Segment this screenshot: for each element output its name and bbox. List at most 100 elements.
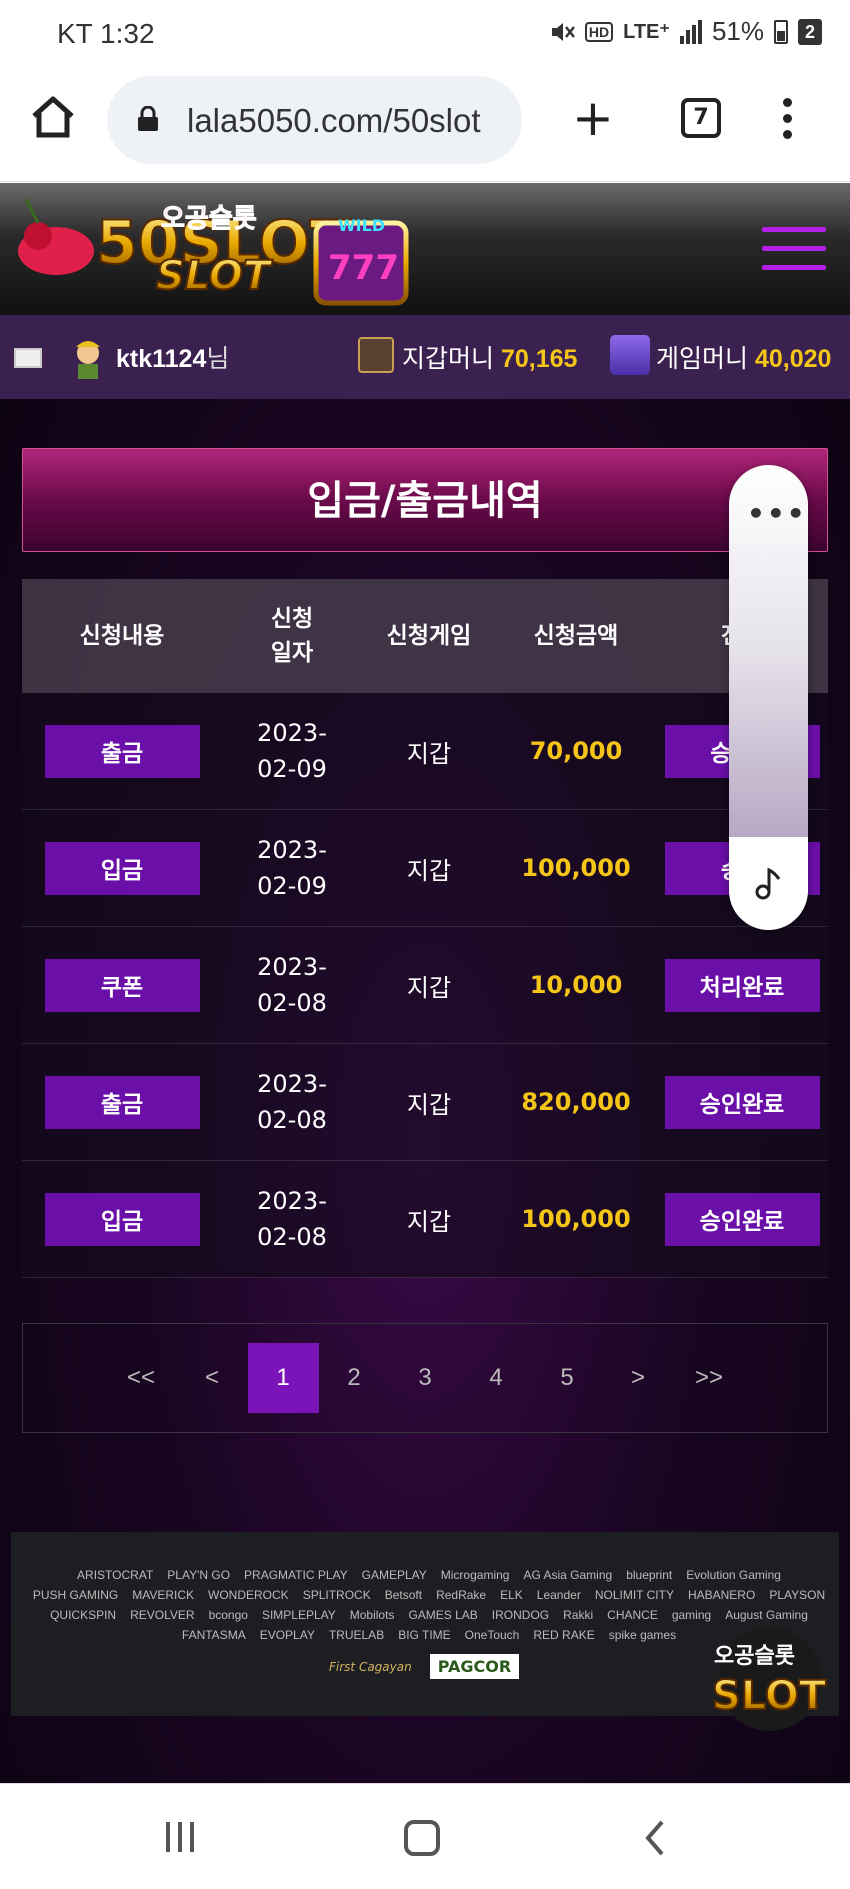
page-title: 입금/출금내역 [22, 448, 828, 552]
floating-panel[interactable]: ••• [729, 465, 808, 930]
svg-text:SLOT: SLOT [712, 1673, 827, 1719]
type-badge[interactable]: 입금 [44, 1192, 200, 1246]
page-first[interactable]: << [106, 1343, 177, 1413]
page-5[interactable]: 5 [532, 1343, 603, 1413]
provider-logo: SPLITROCK [302, 1588, 371, 1602]
page-1[interactable]: 1 [247, 1343, 319, 1413]
provider-logo: WONDEROCK [208, 1588, 289, 1602]
row-game: 지갑 [406, 1090, 452, 1119]
status-badge[interactable]: 승인완료 [664, 1075, 820, 1129]
menu-button[interactable] [762, 227, 826, 273]
home-icon[interactable] [28, 92, 78, 142]
status-time: KT 1:32 [57, 18, 155, 49]
provider-logo: PRAGMATIC PLAY [244, 1568, 348, 1582]
provider-logo: Microgaming [440, 1568, 510, 1582]
new-tab-button[interactable]: + [572, 93, 614, 143]
provider-logo: HABANERO [687, 1588, 756, 1602]
floating-logo[interactable]: 오공슬롯 SLOT [700, 1613, 840, 1733]
type-badge[interactable]: 쿠폰 [44, 958, 200, 1012]
row-amount: 820,000 [521, 1088, 631, 1116]
recent-apps-button[interactable] [166, 1822, 194, 1852]
home-button[interactable] [404, 1820, 440, 1856]
row-date: 2023- 02-08 [257, 1070, 327, 1134]
provider-logo: BIG TIME [398, 1628, 451, 1642]
row-game: 지갑 [406, 739, 452, 768]
provider-logo: Betsoft [384, 1588, 423, 1602]
svg-text:777: 777 [328, 248, 399, 288]
type-badge[interactable]: 출금 [44, 724, 200, 778]
provider-logo: PLAY'N GO [167, 1568, 231, 1582]
page-3[interactable]: 3 [390, 1343, 461, 1413]
status-bar: KT 1:32 HD LTE⁺ 51% 2 [0, 0, 850, 70]
provider-logo: FANTASMA [181, 1628, 246, 1642]
url-text[interactable]: lala5050.com/50slot [187, 102, 512, 140]
wallet-money: 지갑머니 70,165 [402, 345, 578, 373]
provider-logo: PLAYSON [769, 1588, 826, 1602]
signal-icon [679, 19, 702, 44]
svg-text:오공슬롯: 오공슬롯 [161, 204, 257, 234]
provider-logo: Evolution Gaming [686, 1568, 781, 1582]
more-icon[interactable]: ••• [747, 497, 807, 530]
provider-logo: blueprint [626, 1568, 673, 1582]
row-game: 지갑 [406, 973, 452, 1002]
notification-badge: 2 [798, 18, 822, 45]
avatar [76, 341, 100, 379]
table-row: 입금2023- 02-09지갑100,000승인 [22, 810, 828, 927]
network-label: LTE⁺ [623, 21, 670, 43]
type-badge[interactable]: 입금 [44, 841, 200, 895]
page-4[interactable]: 4 [461, 1343, 532, 1413]
browser-menu-button[interactable] [778, 94, 796, 144]
mute-icon [551, 22, 575, 41]
username: ktk1124님 [116, 345, 230, 373]
site-content: 50SLOT SLOT 오공슬롯 777 WILD ktk1124님 지갑머니 … [0, 183, 850, 1783]
status-badge[interactable]: 처리완료 [664, 958, 820, 1012]
provider-logo: spike games [608, 1628, 677, 1642]
browser-toolbar: lala5050.com/50slot + 7 [0, 70, 850, 182]
svg-text:SLOT: SLOT [156, 253, 273, 299]
first-cagayan-logo: First Cagayan [329, 1659, 412, 1674]
provider-logo: GAMES LAB [408, 1608, 478, 1622]
page-2[interactable]: 2 [319, 1343, 390, 1413]
music-note-icon[interactable] [751, 865, 787, 901]
tab-switcher-button[interactable]: 7 [681, 98, 721, 138]
back-button[interactable] [640, 1818, 670, 1858]
status-icons: HD LTE⁺ 51% 2 [549, 16, 822, 47]
battery-icon [774, 19, 788, 44]
provider-logo: TRUELAB [328, 1628, 385, 1642]
history-table: 신청내용 신청 일자 신청게임 신청금액 진행 출금 2023- 02-09 지갑 7… [22, 579, 828, 1278]
address-bar[interactable]: lala5050.com/50slot [107, 76, 522, 164]
table-row: 입금 2023- 02-08 지갑 100,000 승인완료 [22, 1161, 828, 1278]
pagcor-logo: PAGCOR [429, 1654, 520, 1679]
page-prev[interactable]: < [177, 1343, 248, 1413]
header-date: 신청 일자 [270, 606, 314, 666]
row-amount: 100,000 [521, 1205, 631, 1233]
page-last[interactable]: >> [674, 1343, 745, 1413]
provider-logo: Leander [536, 1588, 581, 1602]
svg-text:오공슬롯: 오공슬롯 [714, 1644, 795, 1669]
pagination: << < 1 2 3 4 5 > >> [22, 1323, 828, 1433]
row-game: 지갑 [406, 1207, 452, 1236]
table-row: 출금2023- 02-09지갑70,000승인요 [22, 693, 828, 810]
svg-text:WILD: WILD [338, 216, 385, 235]
row-date: 2023- 02-08 [257, 1187, 327, 1251]
site-header: 50SLOT SLOT 오공슬롯 777 WILD [0, 183, 850, 315]
header-type: 신청내용 [79, 623, 165, 649]
header-game: 신청게임 [386, 623, 472, 649]
row-amount: 10,000 [529, 971, 623, 999]
header-amount: 신청금액 [533, 623, 619, 649]
provider-logo: PUSH GAMING [32, 1588, 119, 1602]
row-date: 2023- 02-09 [257, 836, 327, 900]
page-next[interactable]: > [603, 1343, 674, 1413]
provider-logo: AG Asia Gaming [523, 1568, 613, 1582]
status-badge[interactable]: 승인완료 [664, 1192, 820, 1246]
row-amount: 100,000 [521, 854, 631, 882]
game-box-icon [610, 335, 650, 375]
row-game: 지갑 [406, 856, 452, 885]
provider-logo: QUICKSPIN [50, 1608, 117, 1622]
provider-logo: ELK [500, 1588, 523, 1602]
site-logo[interactable]: 50SLOT SLOT 오공슬롯 777 WILD [16, 191, 436, 311]
provider-logo: Mobilots [349, 1608, 395, 1622]
type-badge[interactable]: 출금 [44, 1075, 200, 1129]
provider-logo: RED RAKE [533, 1628, 595, 1642]
mail-icon[interactable] [14, 348, 42, 368]
